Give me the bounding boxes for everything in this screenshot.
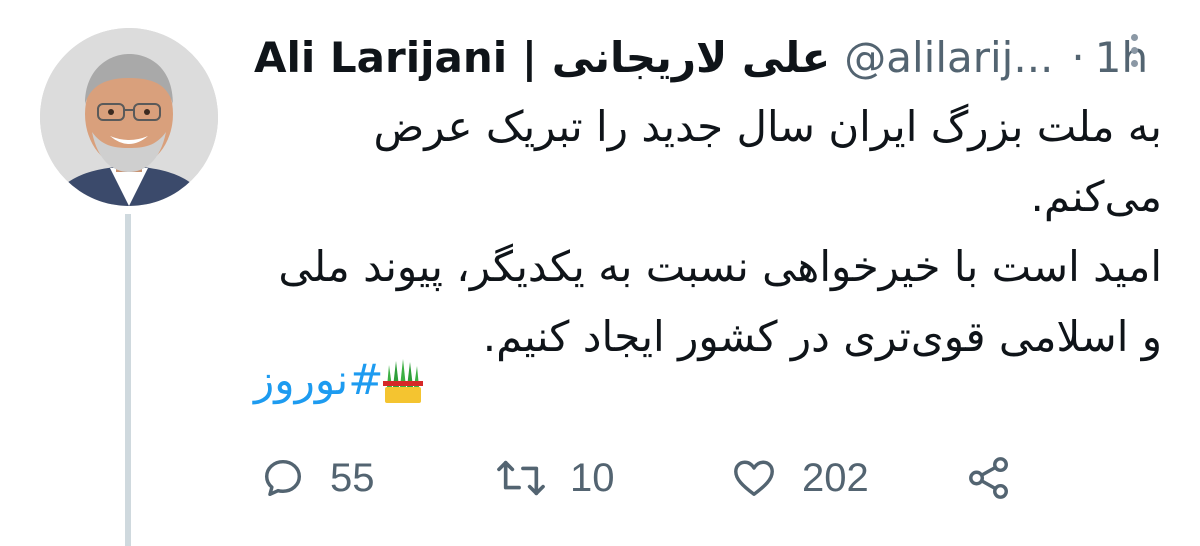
share-icon [969,457,1008,499]
more-options-icon[interactable] [1124,34,1144,74]
tweet-text: به ملت بزرگ ایران سال جدید را تبریک عرض … [254,92,1162,372]
retweet-icon [497,460,545,496]
tweet[interactable]: Ali Larijani | علی لاریجانی @alilarij...… [0,0,1200,546]
retweet-count: 10 [570,455,615,500]
tweet-actions: 55 10 202 [260,448,1040,508]
avatar[interactable] [40,28,218,206]
tweet-text-line: امید است با خیرخواهی نسبت به یکدیگر، پیو… [278,242,1162,291]
heart-icon [734,460,774,497]
hashtag-row: #نوروز [254,348,433,412]
reply-button[interactable]: 55 [260,448,375,508]
thread-connector-line [125,214,131,546]
display-name[interactable]: Ali Larijani | علی لاریجانی [254,28,830,88]
separator-dot: · [1071,33,1085,82]
reply-count: 55 [330,455,375,500]
tweet-header: Ali Larijani | علی لاریجانی @alilarij...… [254,28,1148,88]
share-button[interactable] [964,448,1014,508]
hashtag-link[interactable]: #نوروز [254,348,383,412]
user-handle[interactable]: @alilarij... [844,28,1053,88]
reply-icon [264,459,302,497]
sabzeh-icon [383,359,424,403]
like-button[interactable]: 202 [730,448,869,508]
like-count: 202 [802,455,869,500]
retweet-button[interactable]: 10 [496,448,615,508]
tweet-text-line: به ملت بزرگ ایران سال جدید را تبریک عرض [373,102,1162,151]
tweet-text-line: می‌کنم. [1030,172,1162,221]
